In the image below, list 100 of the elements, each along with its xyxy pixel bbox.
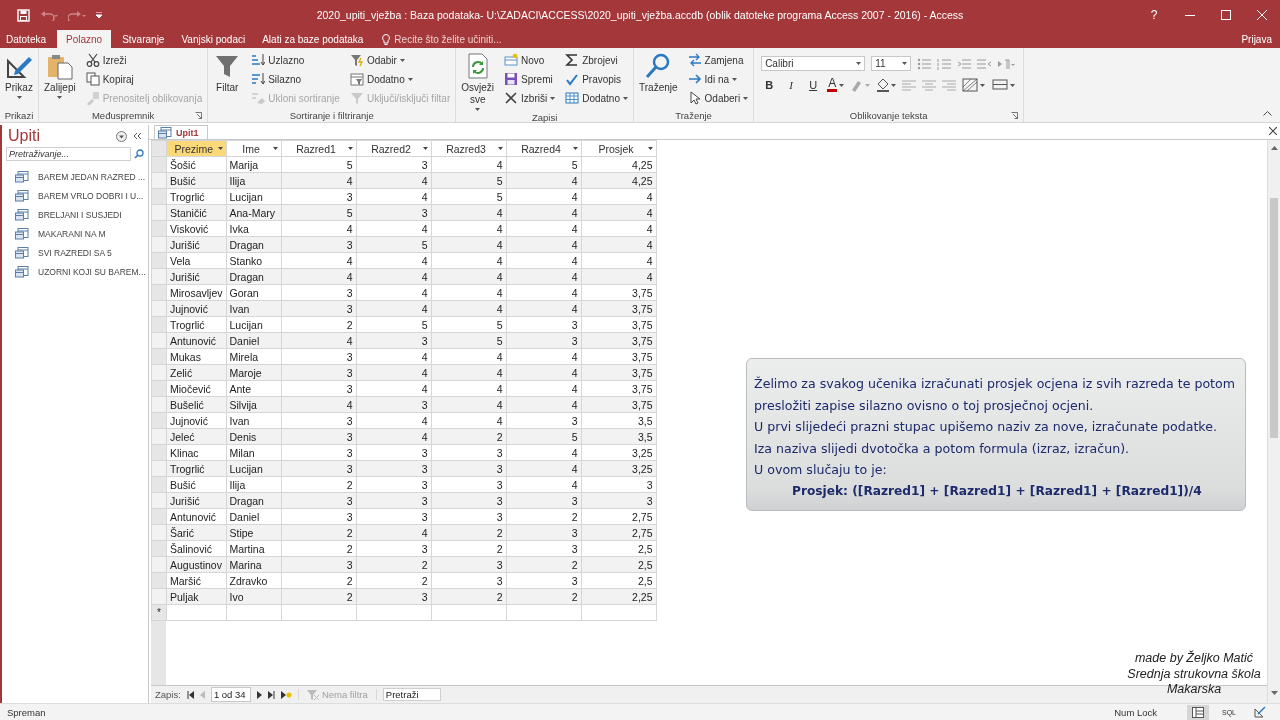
- save-button[interactable]: [17, 8, 30, 22]
- ribbon-button[interactable]: Filtar: [211, 51, 244, 95]
- table-cell: 4: [581, 188, 656, 205]
- table-cell: 3: [356, 476, 431, 493]
- table-cell: 4: [506, 444, 581, 461]
- group-label: Međuspremnik: [91, 109, 155, 121]
- group-label: Sortiranje i filtriranje: [289, 109, 374, 121]
- underline-button[interactable]: U: [805, 77, 822, 93]
- next-record-icon: [256, 690, 262, 699]
- clipboard-icon: [45, 52, 74, 80]
- table-cell: Mukas: [166, 348, 226, 365]
- table-cell: 2: [506, 508, 581, 525]
- font-name-field[interactable]: Calibri: [761, 56, 866, 71]
- formula-text: Prosjek: ([Razred1] + [Razred1] + [Razred1] + [Razred1])/4: [791, 482, 1203, 500]
- table-cell: 3: [431, 476, 506, 493]
- search-field[interactable]: Pretraži: [382, 688, 441, 701]
- redo-button[interactable]: [68, 9, 86, 21]
- ribbon-button[interactable]: Novo: [502, 51, 558, 69]
- ribbon-tab[interactable]: Alati za baze podataka: [256, 30, 370, 48]
- table-cell: 3,5: [581, 412, 656, 429]
- ribbon-button[interactable]: Izreži: [83, 51, 205, 69]
- navigation-item[interactable]: BAREM JEDAN RAZRED ...: [2, 167, 148, 186]
- table-cell: 4: [506, 476, 581, 493]
- ribbon-button[interactable]: Kopiraj: [83, 70, 205, 88]
- scroll-thumb[interactable]: [1270, 198, 1278, 438]
- ribbon-tab[interactable]: Vanjski podaci: [175, 30, 252, 48]
- ribbon-button[interactable]: Uzlazno: [249, 51, 342, 69]
- font-size-field[interactable]: 11: [871, 56, 912, 71]
- select-all-corner[interactable]: [151, 140, 167, 157]
- new-record-button[interactable]: [280, 690, 292, 699]
- group-label: Oblikovanje teksta: [849, 109, 928, 121]
- ribbon-button[interactable]: Silazno: [249, 70, 342, 88]
- ribbon-button[interactable]: Traženje: [637, 51, 680, 95]
- scroll-down-icon: [1270, 691, 1278, 695]
- ribbon-button[interactable]: Izbriši: [502, 89, 558, 107]
- table-cell: Trogrlić: [166, 188, 226, 205]
- undo-icon: [40, 9, 58, 21]
- document-tab[interactable]: Upit1: [154, 125, 208, 139]
- ribbon-tab[interactable]: Datoteka: [0, 30, 53, 48]
- ribbon-button[interactable]: Osvježi sve: [459, 51, 497, 112]
- funnel-icon: [349, 72, 364, 86]
- table-cell: 3: [431, 572, 506, 589]
- query-icon: [15, 227, 29, 240]
- first-record-button[interactable]: [186, 690, 194, 699]
- table-cell: Mirosavljev: [166, 284, 226, 301]
- record-number-field[interactable]: 1 od 34: [210, 687, 251, 702]
- column-header[interactable]: Ime: [226, 140, 281, 157]
- column-header[interactable]: Razred3: [431, 140, 506, 157]
- ribbon-button[interactable]: Zbrojevi: [563, 51, 630, 69]
- table-cell: Vela: [166, 252, 226, 269]
- ribbon-button[interactable]: Idi na: [685, 70, 751, 88]
- table-cell: 4: [506, 284, 581, 301]
- column-header[interactable]: Prezime: [166, 140, 226, 157]
- ribbon-button[interactable]: Odabir: [347, 51, 453, 69]
- table-cell: 4: [506, 252, 581, 269]
- navigation-item[interactable]: MAKARANI NA M: [2, 224, 148, 243]
- next-record-button[interactable]: [256, 690, 262, 699]
- status-indicator: Num Lock: [1114, 706, 1157, 718]
- ribbon-button[interactable]: Zamjena: [685, 51, 751, 69]
- ribbon-tab[interactable]: Polazno: [57, 30, 112, 48]
- group-label: Traženje: [675, 109, 712, 121]
- redo-icon: [68, 9, 86, 21]
- search-field[interactable]: Pretraživanje...: [6, 147, 131, 161]
- table-cell: Ivka: [226, 220, 281, 237]
- navigation-item[interactable]: SVI RAZREDI SA 5: [2, 243, 148, 262]
- ribbon-button[interactable]: Pravopis: [563, 70, 630, 88]
- collapse-pane-icon: [133, 132, 142, 140]
- column-header[interactable]: Razred4: [506, 140, 581, 157]
- navigation-item[interactable]: BRELJANI I SUSJEDI: [2, 205, 148, 224]
- vertical-scrollbar[interactable]: [1267, 140, 1280, 703]
- ribbon-button[interactable]: Odaberi: [685, 89, 751, 107]
- sign-in-link[interactable]: Prijava: [1241, 33, 1280, 45]
- ribbon-tab[interactable]: Stvaranje: [116, 30, 171, 48]
- column-header[interactable]: Razred1: [281, 140, 356, 157]
- navigation-item[interactable]: UZORNI KOJI SU BAREM...: [2, 262, 148, 281]
- help-button[interactable]: ?: [1136, 1, 1172, 29]
- ribbon-button[interactable]: Dodatno: [347, 70, 453, 88]
- tell-me-field[interactable]: Recite što želite učiniti...: [394, 33, 535, 45]
- navigation-item[interactable]: BAREM VRLO DOBRI I U...: [2, 186, 148, 205]
- caret-icon: [422, 147, 428, 150]
- row-color-icon: [992, 78, 1017, 92]
- table-cell: [166, 604, 226, 621]
- ribbon-button[interactable]: Zalijepi: [42, 51, 78, 100]
- last-record-button[interactable]: [267, 690, 275, 699]
- datasheet-view-button[interactable]: [1187, 704, 1209, 720]
- ribbon-button[interactable]: Spremi: [502, 70, 558, 88]
- customize-button[interactable]: [96, 12, 102, 18]
- font-color-button[interactable]: A: [827, 78, 845, 92]
- bold-button[interactable]: B: [761, 77, 778, 93]
- ribbon-button[interactable]: Prikaz: [3, 51, 35, 100]
- column-header[interactable]: Prosjek: [581, 140, 656, 157]
- italic-button[interactable]: I: [783, 77, 800, 93]
- copy-icon: [85, 72, 100, 86]
- column-header[interactable]: Razred2: [356, 140, 431, 157]
- table-cell: 5: [431, 188, 506, 205]
- table-cell: 2: [431, 540, 506, 557]
- ribbon-button[interactable]: Dodatno: [563, 89, 630, 107]
- previous-record-button[interactable]: [199, 690, 205, 699]
- table-cell: Klinac: [166, 444, 226, 461]
- undo-button[interactable]: [40, 9, 58, 21]
